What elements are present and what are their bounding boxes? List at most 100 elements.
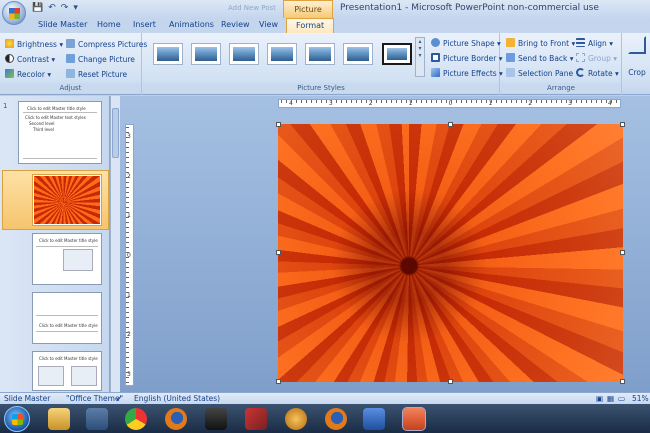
selection-pane-button[interactable]: Selection Pane: [506, 68, 573, 78]
picture-style-1[interactable]: [153, 43, 183, 65]
ruler-tick: [336, 100, 337, 103]
office-button[interactable]: [2, 1, 26, 25]
ruler-tick: [126, 362, 129, 363]
thumbnail-scrollbar[interactable]: [110, 96, 120, 392]
picture-style-6[interactable]: [343, 43, 373, 65]
chrysanthemum-picture[interactable]: [278, 124, 623, 382]
picture-style-3[interactable]: [229, 43, 259, 65]
powerpoint-icon[interactable]: [402, 407, 426, 431]
rotate-button[interactable]: Rotate ▾: [576, 68, 619, 78]
ruler-tick: [586, 100, 587, 103]
layout-thumbnail-5[interactable]: Click to edit Master title style: [32, 351, 102, 391]
brightness-button[interactable]: Brightness ▾: [5, 39, 63, 49]
scrollbar-thumb[interactable]: [112, 108, 119, 158]
slide-thumbnail-panel[interactable]: 1 Click to edit Master title style Click…: [0, 96, 110, 392]
media-player-icon[interactable]: [86, 408, 108, 430]
align-icon: [576, 38, 585, 47]
picture-style-5[interactable]: [305, 43, 335, 65]
resize-handle-left[interactable]: [276, 250, 281, 255]
status-bar: Slide Master "Office Theme" ✔ English (U…: [0, 392, 650, 404]
firefox-icon[interactable]: [165, 408, 187, 430]
zoom-level[interactable]: 51%: [632, 394, 649, 403]
normal-view-icon[interactable]: ▣: [596, 394, 603, 403]
status-theme[interactable]: "Office Theme": [66, 394, 123, 403]
ruler-tick: [126, 282, 129, 283]
picture-layout-thumbnail[interactable]: [32, 174, 102, 226]
change-picture-button[interactable]: Change Picture: [66, 54, 135, 64]
app-icon[interactable]: [245, 408, 267, 430]
tab-home[interactable]: Home: [97, 20, 121, 29]
ruler-tick: [126, 327, 129, 328]
ruler-tick: [401, 100, 402, 103]
ruler-tick: [351, 100, 352, 103]
picture-style-4[interactable]: [267, 43, 297, 65]
picture-shape-button[interactable]: Picture Shape ▾: [431, 38, 501, 48]
word-icon[interactable]: [363, 408, 385, 430]
ruler-tick: [376, 100, 377, 103]
picture-style-2[interactable]: [191, 43, 221, 65]
ruler-tick: [611, 100, 612, 103]
compress-pictures-button[interactable]: Compress Pictures: [66, 39, 147, 49]
ruler-tick: [546, 100, 547, 103]
crop-button[interactable]: Crop: [625, 36, 649, 77]
ruler-tick: [566, 100, 567, 103]
layout-thumbnail-3[interactable]: Click to edit Master title style: [32, 233, 102, 285]
arrange-group-label: Arrange: [501, 83, 621, 93]
contrast-button[interactable]: Contrast ▾: [5, 54, 55, 64]
resize-handle-right[interactable]: [620, 250, 625, 255]
ruler-tick: [126, 322, 129, 323]
tab-view[interactable]: View: [259, 20, 278, 29]
resize-handle-top[interactable]: [448, 122, 453, 127]
master-slide-thumbnail[interactable]: Click to edit Master title style Click t…: [18, 101, 102, 164]
layout-thumbnail-4[interactable]: Click to edit Master title style: [32, 292, 102, 344]
ruler-tick: [296, 100, 297, 103]
redo-icon[interactable]: ↷: [61, 3, 69, 13]
picture-border-button[interactable]: Picture Border ▾: [431, 53, 502, 63]
reset-picture-button[interactable]: Reset Picture: [66, 69, 127, 79]
tab-animations[interactable]: Animations: [169, 20, 214, 29]
group-button[interactable]: Group ▾: [576, 53, 617, 63]
picture-effects-button[interactable]: Picture Effects ▾: [431, 68, 503, 78]
gallery-scrollbar[interactable]: ▴ ▾ ▾: [415, 37, 425, 77]
app-orb-icon[interactable]: [285, 408, 307, 430]
horizontal-ruler: 432101234: [278, 99, 621, 108]
save-icon[interactable]: 💾: [32, 3, 43, 13]
undo-icon[interactable]: ↶: [48, 3, 56, 13]
resize-handle-bottom-left[interactable]: [276, 379, 281, 384]
status-language[interactable]: English (United States): [134, 394, 220, 403]
ruler-tick: [371, 100, 372, 103]
ruler-tick: [126, 352, 129, 353]
tab-slide-master[interactable]: Slide Master: [38, 20, 87, 29]
explorer-icon[interactable]: [48, 408, 70, 430]
contrast-icon: [5, 54, 14, 63]
ruler-tick: [441, 100, 442, 103]
start-button[interactable]: [4, 406, 30, 432]
chrome-icon[interactable]: [125, 408, 147, 430]
ruler-tick: [126, 302, 129, 303]
ruler-tick: [126, 377, 129, 378]
status-view: Slide Master: [4, 394, 51, 403]
video-editor-icon[interactable]: [205, 408, 227, 430]
recolor-icon: [5, 69, 14, 78]
firefox-window-icon[interactable]: [325, 408, 347, 430]
spellcheck-icon[interactable]: ✔: [116, 394, 122, 403]
resize-handle-bottom-right[interactable]: [620, 379, 625, 384]
brightness-icon: [5, 39, 14, 48]
picture-style-7[interactable]: [382, 43, 412, 65]
bring-to-front-button[interactable]: Bring to Front ▾: [506, 38, 575, 48]
customize-qat-icon[interactable]: ▾: [73, 3, 78, 13]
resize-handle-top-right[interactable]: [620, 122, 625, 127]
tab-insert[interactable]: Insert: [133, 20, 156, 29]
ruler-tick: [126, 332, 129, 333]
picture-shape-icon: [431, 38, 440, 47]
send-to-back-button[interactable]: Send to Back ▾: [506, 53, 574, 63]
tab-review[interactable]: Review: [221, 20, 250, 29]
sorter-view-icon[interactable]: ▦: [607, 394, 614, 403]
resize-handle-bottom[interactable]: [448, 379, 453, 384]
recolor-button[interactable]: Recolor ▾: [5, 69, 51, 79]
slideshow-view-icon[interactable]: ▭: [618, 394, 625, 403]
picture-tools-context: Picture Tools: [283, 0, 333, 31]
tab-format[interactable]: Format: [286, 18, 335, 34]
align-button[interactable]: Align ▾: [576, 38, 613, 48]
resize-handle-top-left[interactable]: [276, 122, 281, 127]
